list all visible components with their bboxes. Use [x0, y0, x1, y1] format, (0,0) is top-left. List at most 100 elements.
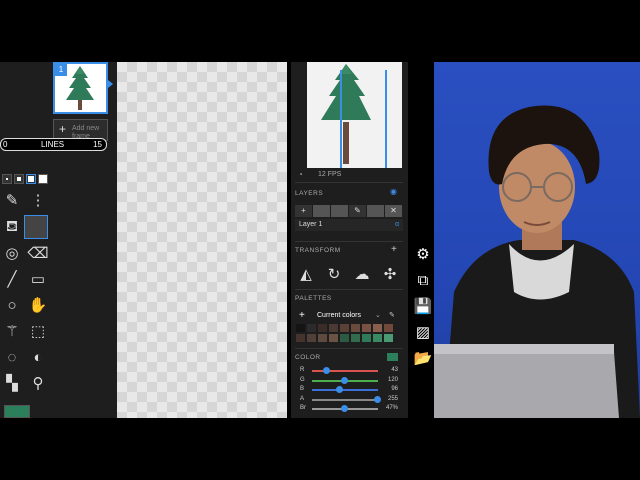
letterbox-bottom — [0, 418, 640, 480]
selected-tool-slot[interactable] — [24, 215, 48, 239]
slider-knob[interactable] — [341, 376, 349, 384]
palette-grid — [296, 324, 402, 344]
presenter-image — [434, 105, 640, 418]
move-layer-down-button[interactable] — [331, 205, 348, 217]
slider-track[interactable] — [312, 398, 378, 401]
frame-selected-arrow-icon — [108, 80, 113, 88]
rectangle-select-icon[interactable]: ⬚ — [26, 320, 50, 344]
layer-item[interactable]: Layer 1 α — [295, 219, 403, 231]
settings-gear-icon[interactable]: ⚙ — [413, 245, 433, 265]
palette-color-swatch[interactable] — [318, 334, 327, 342]
pen-size-2[interactable] — [14, 174, 24, 184]
palette-color-swatch[interactable] — [329, 324, 338, 332]
slider-label: A — [300, 395, 305, 402]
edit-palette-icon[interactable]: ✎ — [389, 309, 395, 322]
lighten-tool-icon[interactable]: ◐ — [26, 346, 50, 370]
palette-color-swatch[interactable] — [351, 324, 360, 332]
slider-track[interactable] — [312, 389, 378, 391]
pen-size-3[interactable] — [26, 174, 36, 184]
palette-color-swatch[interactable] — [362, 334, 371, 342]
merge-layer-button[interactable] — [367, 205, 384, 217]
color-slider-br[interactable]: Br 47% — [300, 404, 404, 413]
open-folder-icon[interactable]: 📂 — [413, 349, 433, 369]
pen-tool-icon[interactable]: ✎ — [0, 189, 24, 213]
color-slider-g[interactable]: G 120 — [300, 376, 404, 385]
magic-wand-icon[interactable]: ⚚ — [0, 320, 24, 344]
layer-buttons: + ✎ ✕ — [295, 205, 403, 218]
palette-color-swatch[interactable] — [340, 334, 349, 342]
clone-sheep-icon[interactable]: ☁ — [352, 266, 372, 284]
lines-slider[interactable]: 0 LINES 15 — [0, 138, 107, 151]
rename-layer-icon[interactable]: ✎ — [349, 205, 366, 217]
slider-knob[interactable] — [341, 405, 349, 412]
color-slider-r[interactable]: R 43 — [300, 366, 404, 375]
drawing-canvas[interactable] — [117, 62, 287, 418]
palette-color-swatch[interactable] — [351, 334, 360, 342]
eye-icon[interactable]: ◉ — [390, 187, 397, 196]
slider-label: B — [300, 386, 305, 392]
palettes-title: PALETTES — [295, 295, 332, 302]
vertical-mirror-pen-icon[interactable]: ⋮ — [26, 189, 50, 213]
palette-color-swatch[interactable] — [296, 324, 305, 332]
add-palette-icon[interactable]: + — [299, 309, 305, 322]
lines-label: LINES — [41, 140, 65, 149]
color-picker-icon[interactable]: ⚲ — [26, 372, 50, 396]
resize-icon[interactable]: ⧉ — [413, 271, 433, 291]
center-move-icon[interactable]: ✣ — [380, 266, 400, 284]
save-icon[interactable]: 💾 — [413, 297, 433, 317]
delete-layer-icon[interactable]: ✕ — [385, 205, 402, 217]
fps-label: 12 FPS — [318, 171, 342, 178]
flip-icon[interactable]: ◭ — [296, 266, 316, 284]
slider-label: Br — [300, 405, 306, 411]
fps-icon: ◔ — [298, 170, 303, 179]
palette-selector[interactable]: + Current colors ⌄ ✎ — [295, 309, 403, 322]
move-layer-up-button[interactable] — [313, 205, 330, 217]
palette-color-swatch[interactable] — [362, 324, 371, 332]
rotate-icon[interactable]: ↻ — [324, 266, 344, 284]
add-layer-button[interactable]: + — [295, 205, 312, 217]
divider — [295, 241, 403, 242]
slider-knob[interactable] — [322, 367, 330, 374]
pen-size-4[interactable] — [38, 174, 48, 184]
divider — [295, 348, 403, 349]
current-color-chip[interactable] — [387, 353, 398, 361]
eraser-icon[interactable]: ⌫ — [26, 242, 50, 266]
stroke-tool-icon[interactable]: ╱ — [0, 268, 24, 292]
slider-label: G — [300, 376, 305, 383]
slider-track[interactable] — [312, 370, 378, 372]
pen-size-1[interactable] — [2, 174, 12, 184]
palette-color-swatch[interactable] — [384, 324, 393, 332]
palette-color-swatch[interactable] — [296, 334, 305, 342]
divider — [295, 182, 403, 183]
slider-knob[interactable] — [335, 386, 343, 393]
animation-preview[interactable] — [307, 62, 402, 168]
dithering-tool-icon[interactable]: ▚ — [0, 372, 24, 396]
primary-color-swatch[interactable] — [4, 405, 30, 418]
layer-alpha-icon: α — [394, 221, 399, 228]
slider-value: 120 — [387, 376, 398, 383]
spray-tool-icon[interactable]: ◎ — [0, 242, 24, 266]
lasso-select-icon[interactable]: ◌ — [0, 346, 24, 370]
palette-name: Current colors — [317, 312, 361, 319]
palette-color-swatch[interactable] — [318, 324, 327, 332]
transform-add-icon[interactable]: + — [391, 244, 397, 255]
color-slider-b[interactable]: B 96 — [300, 385, 404, 394]
palette-color-swatch[interactable] — [329, 334, 338, 342]
chevron-down-icon[interactable]: ⌄ — [375, 309, 381, 322]
palette-color-swatch[interactable] — [373, 334, 382, 342]
palette-color-swatch[interactable] — [307, 324, 316, 332]
divider — [295, 289, 403, 290]
palette-color-swatch[interactable] — [384, 334, 393, 342]
slider-value: 47% — [385, 405, 398, 411]
color-slider-a[interactable]: A 255 — [300, 395, 404, 404]
rectangle-tool-icon[interactable]: ▭ — [26, 268, 50, 292]
paint-bucket-icon[interactable]: ⛾ — [0, 215, 24, 239]
palette-color-swatch[interactable] — [373, 324, 382, 332]
palette-color-swatch[interactable] — [307, 334, 316, 342]
circle-tool-icon[interactable]: ○ — [0, 294, 24, 318]
layers-title: LAYERS — [295, 190, 324, 197]
palette-color-swatch[interactable] — [340, 324, 349, 332]
slider-label: R — [300, 367, 305, 373]
export-image-icon[interactable]: ▨ — [413, 323, 433, 343]
move-hand-icon[interactable]: ✋ — [26, 294, 50, 318]
